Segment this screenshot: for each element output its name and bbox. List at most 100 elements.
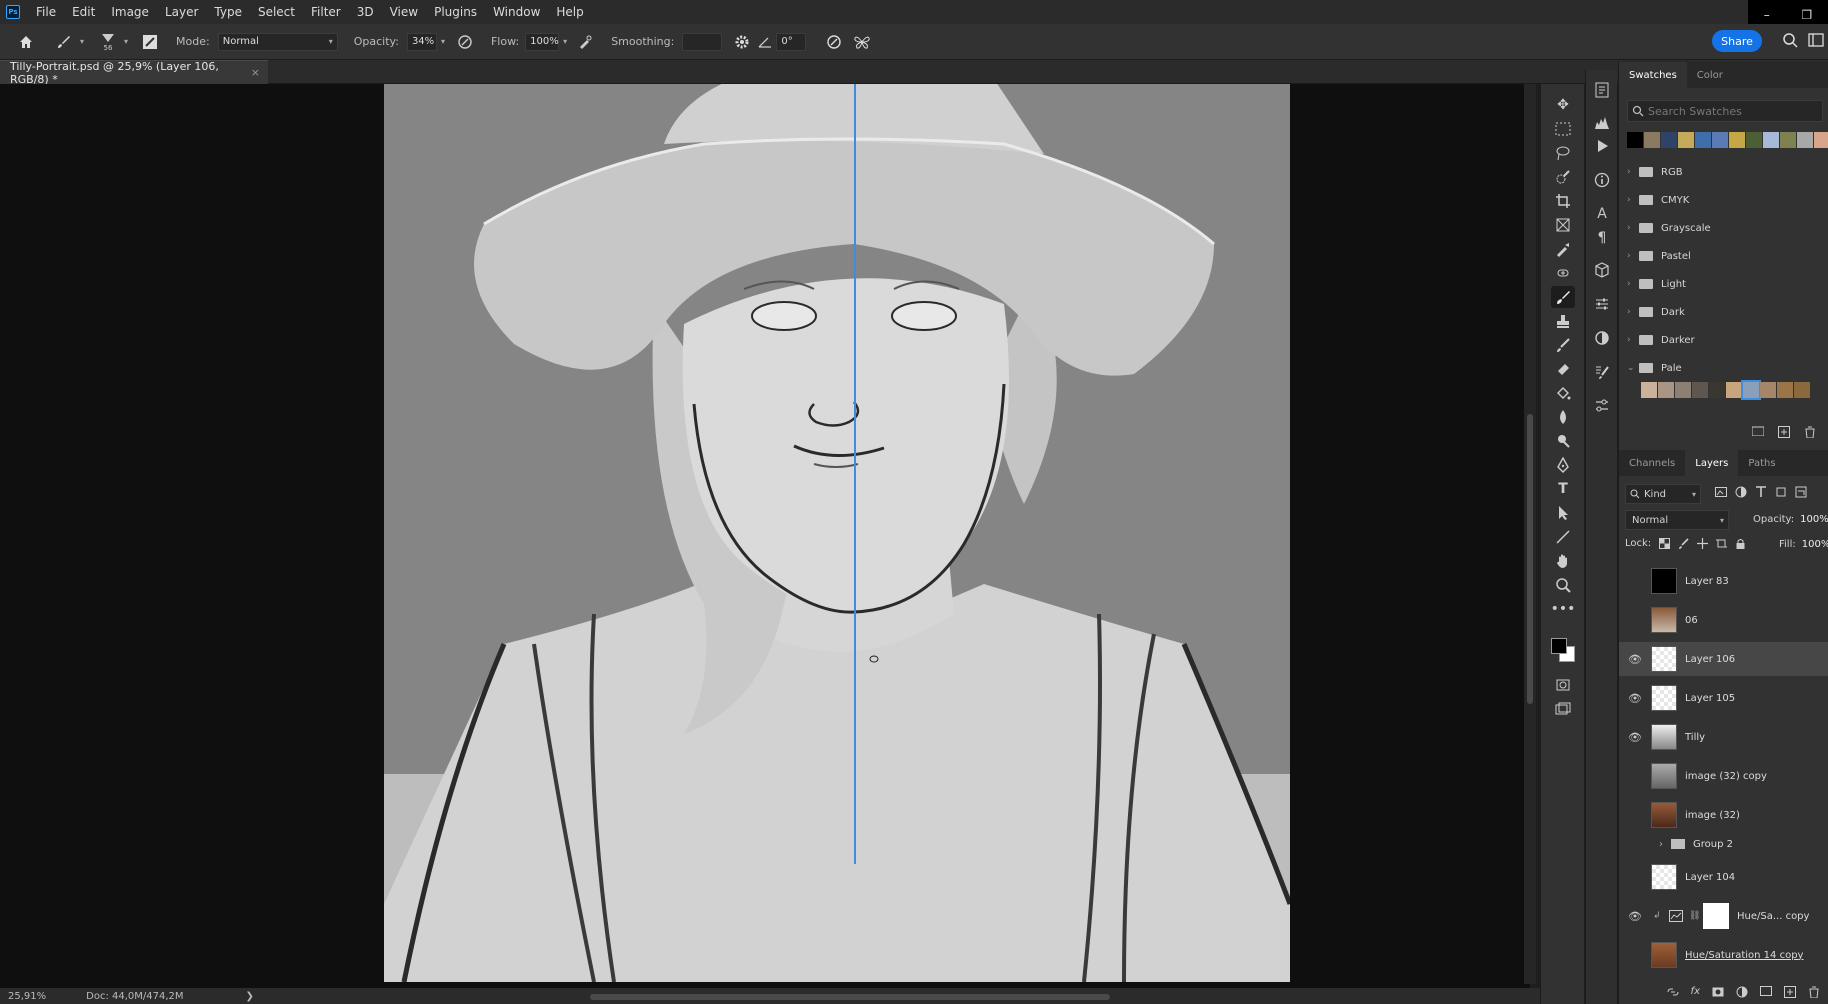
minimize-button[interactable]: – (1764, 8, 1770, 22)
brush-size-picker[interactable]: 56 (96, 32, 120, 52)
menu-edit[interactable]: Edit (64, 5, 103, 19)
color-swatch[interactable] (1661, 132, 1677, 148)
frame-tool-icon[interactable] (1551, 214, 1575, 236)
color-swatch[interactable] (1712, 132, 1728, 148)
color-swatch[interactable] (1763, 132, 1779, 148)
menu-filter[interactable]: Filter (303, 5, 349, 19)
color-swatch[interactable] (1644, 132, 1660, 148)
pressure-opacity-icon[interactable] (453, 30, 477, 54)
layer-row[interactable]: 👁 Tilly (1619, 720, 1828, 754)
restore-button[interactable]: ❐ (1801, 8, 1812, 22)
filter-type-icon[interactable] (1755, 486, 1767, 498)
swatch-group-rgb[interactable]: › RGB (1627, 162, 1683, 182)
color-swatch[interactable] (1746, 132, 1762, 148)
swatch-group-pale[interactable]: ⌄ Pale (1627, 358, 1682, 378)
tab-paths[interactable]: Paths (1738, 450, 1785, 476)
filter-shape-icon[interactable] (1775, 486, 1787, 498)
layer-row[interactable]: 👁 Layer 105 (1619, 681, 1828, 715)
link-layers-icon[interactable] (1667, 986, 1679, 998)
symmetry-butterfly-icon[interactable] (850, 30, 874, 54)
airbrush-icon[interactable] (573, 30, 597, 54)
filter-smart-object-icon[interactable] (1795, 486, 1807, 498)
blur-tool-icon[interactable] (1551, 406, 1575, 428)
color-swatch[interactable] (1729, 132, 1745, 148)
new-adjustment-icon[interactable] (1736, 986, 1748, 998)
layer-mask-thumbnail[interactable] (1703, 903, 1729, 929)
histogram-icon[interactable] (1592, 112, 1612, 132)
flow-input[interactable]: 100% (525, 32, 560, 51)
layer-row[interactable]: Layer 104 (1619, 860, 1828, 894)
marquee-tool-icon[interactable] (1551, 118, 1575, 140)
chevron-right-icon[interactable]: › (1659, 839, 1671, 850)
new-layer-icon[interactable] (1784, 986, 1796, 998)
swatches-search-input[interactable]: Search Swatches (1627, 100, 1823, 122)
spot-healing-tool-icon[interactable] (1551, 262, 1575, 284)
chevron-down-icon[interactable]: ▾ (80, 37, 84, 46)
tab-swatches[interactable]: Swatches (1619, 62, 1687, 88)
color-swatch[interactable] (1741, 380, 1761, 400)
color-swatch[interactable] (1641, 382, 1657, 398)
lock-all-icon[interactable] (1735, 538, 1746, 549)
color-swatch[interactable] (1726, 382, 1742, 398)
more-tools-icon[interactable]: ••• (1551, 598, 1576, 620)
chevron-down-icon[interactable]: ▾ (441, 37, 445, 46)
move-tool-icon[interactable]: ✥ (1551, 94, 1575, 116)
eye-icon[interactable]: 👁 (1625, 692, 1645, 705)
pen-tool-icon[interactable] (1551, 454, 1575, 476)
chevron-down-icon[interactable]: ▾ (124, 37, 128, 46)
color-swatch[interactable] (1794, 382, 1810, 398)
brush-tool-icon[interactable] (1551, 286, 1575, 308)
color-swatch[interactable] (1709, 382, 1725, 398)
horizontal-scrollbar-thumb[interactable] (590, 994, 1110, 1000)
layer-row[interactable]: Hue/Saturation 14 copy (1619, 938, 1828, 972)
brush-settings-icon[interactable] (1592, 362, 1612, 382)
adjustments-circle-icon[interactable] (1592, 328, 1612, 348)
gear-icon[interactable] (730, 30, 754, 54)
new-group-icon[interactable] (1760, 986, 1772, 996)
menu-view[interactable]: View (382, 5, 426, 19)
layer-row[interactable]: image (32) (1619, 798, 1828, 832)
eraser-tool-icon[interactable] (1551, 358, 1575, 380)
menu-help[interactable]: Help (548, 5, 591, 19)
opacity-input[interactable]: 34% (406, 32, 437, 51)
swatch-group-grayscale[interactable]: › Grayscale (1627, 218, 1711, 238)
menu-window[interactable]: Window (485, 5, 548, 19)
paragraph-icon[interactable]: ¶ (1592, 228, 1612, 248)
hand-tool-icon[interactable] (1551, 550, 1575, 572)
eye-icon[interactable]: 👁 (1625, 653, 1645, 666)
swatch-group-cmyk[interactable]: › CMYK (1627, 190, 1689, 210)
color-swatch[interactable] (1695, 132, 1711, 148)
menu-image[interactable]: Image (103, 5, 157, 19)
brush-settings-panel-icon[interactable] (138, 30, 162, 54)
eye-icon[interactable]: 👁 (1625, 910, 1645, 923)
layer-row[interactable]: 👁 ↲ ⛓ Hue/Sa... copy (1619, 899, 1828, 933)
adjustments-sliders-icon[interactable] (1592, 294, 1612, 314)
lock-transparent-icon[interactable] (1659, 538, 1671, 549)
menu-select[interactable]: Select (250, 5, 303, 19)
tab-channels[interactable]: Channels (1619, 450, 1685, 476)
tab-color[interactable]: Color (1687, 62, 1733, 88)
swatch-group-pastel[interactable]: › Pastel (1627, 246, 1691, 266)
info-icon[interactable] (1592, 170, 1612, 190)
search-icon[interactable] (1782, 32, 1798, 52)
link-icon[interactable]: ⛓ (1689, 911, 1700, 921)
color-swatch[interactable] (1678, 132, 1694, 148)
close-icon[interactable]: × (251, 66, 260, 79)
lock-pixels-brush-icon[interactable] (1678, 538, 1689, 549)
color-swatch[interactable] (1777, 382, 1793, 398)
eyedropper-tool-icon[interactable] (1551, 238, 1575, 260)
workspace-icon[interactable] (1808, 32, 1824, 52)
filter-pixel-icon[interactable] (1715, 486, 1727, 498)
lasso-tool-icon[interactable] (1551, 142, 1575, 164)
3d-cube-icon[interactable] (1592, 260, 1612, 280)
menu-type[interactable]: Type (206, 5, 250, 19)
vertical-scrollbar[interactable] (1524, 84, 1536, 984)
color-swatches[interactable] (1549, 636, 1579, 666)
share-button[interactable]: Share (1712, 30, 1762, 52)
line-tool-icon[interactable] (1551, 526, 1575, 548)
scrollbar-thumb[interactable] (1527, 414, 1533, 704)
quick-selection-tool-icon[interactable] (1551, 166, 1575, 188)
color-swatch[interactable] (1692, 382, 1708, 398)
trash-icon[interactable] (1808, 986, 1820, 998)
type-tool-icon[interactable]: T (1551, 478, 1575, 500)
